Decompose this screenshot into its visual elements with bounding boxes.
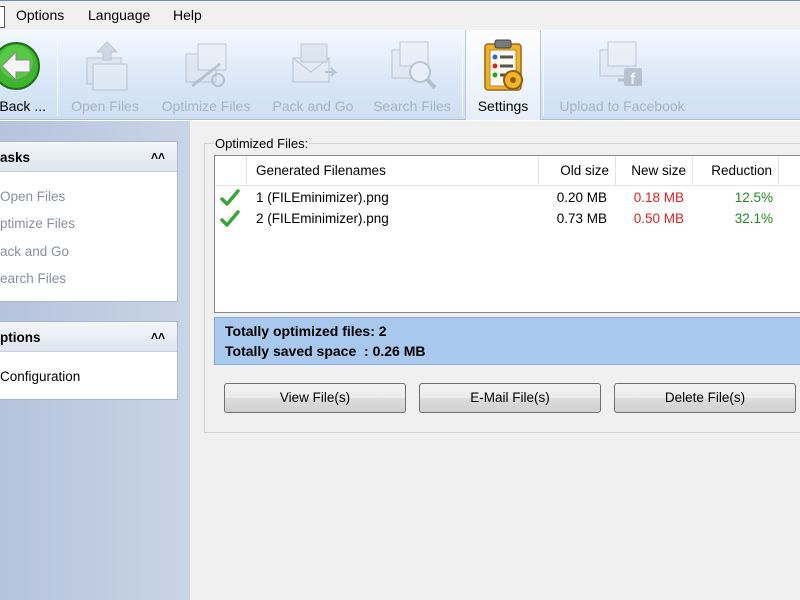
collapse-chevron-icon[interactable]: ˄˄ [151, 149, 165, 163]
pack-and-go-button[interactable]: Pack and Go [265, 30, 361, 120]
row-old-size: 0.20 MB [556, 190, 607, 205]
sidebar-item-pack-and-go[interactable]: ack and Go [0, 244, 69, 259]
column-header-reduction[interactable]: Reduction [693, 156, 779, 186]
open-files-label: Open Files [71, 98, 139, 114]
back-arrow-icon [0, 42, 40, 90]
upload-to-facebook-label: Upload to Facebook [559, 98, 685, 114]
options-panel-header[interactable]: ptions ˄˄ [0, 322, 177, 352]
options-panel-title: ptions [0, 330, 41, 345]
column-header-new-size[interactable]: New size [616, 156, 693, 186]
row-reduction: 32.1% [734, 211, 773, 226]
toolbar: Back ... Open Files Optimize Files Pack … [0, 30, 800, 120]
back-label: Back ... [0, 98, 46, 114]
table-row[interactable]: 2 (FILEminimizer).png 0.73 MB 0.50 MB 32… [215, 209, 800, 230]
sidebar-item-open-files[interactable]: Open Files [0, 189, 65, 204]
search-files-button[interactable]: Search Files [368, 30, 456, 120]
sidebar-item-search-files[interactable]: earch Files [0, 271, 66, 286]
row-new-size: 0.50 MB [633, 211, 684, 226]
settings-button[interactable]: Settings [465, 30, 541, 120]
upload-to-facebook-button[interactable]: f Upload to Facebook [550, 30, 694, 120]
search-files-label: Search Files [373, 98, 451, 114]
pack-and-go-icon [292, 43, 338, 83]
pack-and-go-label: Pack and Go [272, 98, 354, 114]
tasks-panel-title: asks [0, 150, 31, 165]
delete-files-button[interactable]: Delete File(s) [614, 383, 796, 413]
tasks-panel-header[interactable]: asks ˄˄ [0, 142, 177, 172]
svg-text:f: f [630, 71, 636, 88]
checkmark-icon [220, 189, 240, 206]
toolbar-separator [57, 38, 58, 116]
summary-panel: Totally optimized files: 2 Totally saved… [214, 317, 800, 365]
options-panel: ptions ˄˄ Configuration [0, 321, 178, 400]
table-row[interactable]: 1 (FILEminimizer).png 0.20 MB 0.18 MB 12… [215, 188, 800, 209]
sidebar-item-optimize-files[interactable]: ptimize Files [0, 216, 75, 231]
menu-bar: Options Language Help [0, 0, 800, 30]
checkmark-icon [220, 210, 240, 227]
optimize-files-button[interactable]: Optimize Files [155, 30, 257, 120]
optimize-files-icon [185, 43, 227, 88]
menu-help[interactable]: Help [173, 7, 202, 23]
collapse-chevron-icon[interactable]: ˄˄ [151, 329, 165, 343]
toolbar-separator [543, 38, 544, 116]
search-files-icon [391, 41, 437, 90]
row-old-size: 0.73 MB [556, 211, 607, 226]
row-new-size: 0.18 MB [633, 190, 684, 205]
row-filename: 2 (FILEminimizer).png [256, 211, 389, 226]
optimized-files-group-title: Optimized Files: [214, 136, 310, 151]
menu-options[interactable]: Options [16, 7, 64, 23]
sidebar: asks ˄˄ Open Files ptimize Files ack and… [0, 121, 190, 600]
settings-clipboard-icon [484, 39, 523, 91]
column-header-old-size[interactable]: Old size [539, 156, 616, 186]
facebook-upload-icon: f [599, 41, 642, 88]
row-reduction: 12.5% [734, 190, 773, 205]
list-header: Generated Filenames Old size New size Re… [215, 156, 800, 186]
toolbar-separator [462, 38, 463, 116]
summary-optimized-count: Totally optimized files: 2 [225, 323, 387, 339]
row-filename: 1 (FILEminimizer).png [256, 190, 389, 205]
tasks-panel: asks ˄˄ Open Files ptimize Files ack and… [0, 141, 178, 302]
main-content: Optimized Files: Generated Filenames Old… [190, 121, 800, 600]
optimize-files-label: Optimize Files [161, 98, 251, 114]
column-header-status[interactable] [215, 156, 247, 186]
menu-language[interactable]: Language [88, 7, 150, 23]
open-files-icon [86, 41, 128, 91]
view-files-button[interactable]: View File(s) [224, 383, 406, 413]
open-files-button[interactable]: Open Files [62, 30, 148, 120]
system-menu-box[interactable] [0, 6, 5, 28]
summary-saved-space: Totally saved space : 0.26 MB [225, 343, 426, 359]
column-header-filename[interactable]: Generated Filenames [247, 156, 539, 186]
settings-label: Settings [477, 98, 529, 114]
back-button[interactable]: Back ... [0, 30, 52, 120]
email-files-button[interactable]: E-Mail File(s) [419, 383, 601, 413]
optimized-files-list[interactable]: Generated Filenames Old size New size Re… [214, 155, 800, 313]
sidebar-item-configuration[interactable]: Configuration [0, 369, 80, 384]
